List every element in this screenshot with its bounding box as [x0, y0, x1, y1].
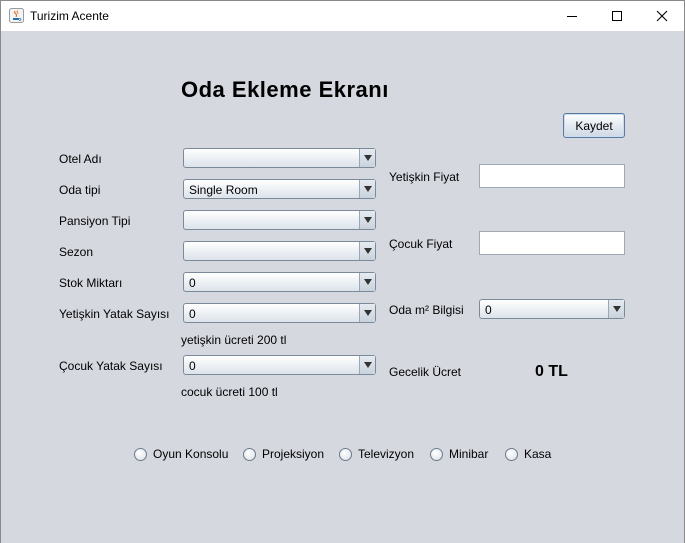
java-app-icon	[9, 8, 24, 23]
cocuk-yatak-value: 0	[189, 359, 196, 373]
oda-tipi-label: Oda tipi	[59, 183, 101, 197]
otel-adi-combo[interactable]	[183, 148, 376, 168]
content-panel: Oda Ekleme Ekranı Kaydet Otel Adı Oda ti…	[1, 31, 684, 543]
oda-m2-value: 0	[485, 303, 492, 317]
radio-kasa[interactable]: Kasa	[505, 447, 551, 461]
cocuk-fiyat-input[interactable]	[479, 231, 625, 255]
radio-button-icon[interactable]	[505, 447, 518, 461]
radio-oyun-konsolu-label: Oyun Konsolu	[153, 447, 229, 461]
radio-button-icon[interactable]	[243, 447, 256, 461]
gecelik-ucret-value: 0 TL	[535, 363, 568, 380]
pansiyon-tipi-combo[interactable]	[183, 210, 376, 230]
close-button[interactable]	[639, 1, 684, 31]
radio-kasa-label: Kasa	[524, 447, 552, 461]
yetiskin-yatak-combo[interactable]: 0	[183, 303, 376, 323]
stok-miktari-value: 0	[189, 276, 196, 290]
gecelik-ucret-label: Gecelik Ücret	[389, 365, 462, 379]
chevron-down-icon[interactable]	[359, 273, 375, 291]
title-bar: Turizim Acente	[1, 1, 684, 31]
chevron-down-icon[interactable]	[359, 180, 375, 198]
maximize-icon	[611, 11, 622, 21]
oda-tipi-combo[interactable]: Single Room	[183, 179, 376, 199]
radio-minibar[interactable]: Minibar	[430, 447, 488, 461]
oda-m2-label: Oda m² Bilgisi	[389, 303, 464, 317]
maximize-button[interactable]	[594, 1, 639, 31]
oda-tipi-value: Single Room	[189, 183, 258, 197]
yetiskin-yatak-value: 0	[189, 307, 196, 321]
otel-adi-label: Otel Adı	[59, 152, 102, 166]
chevron-down-icon[interactable]	[359, 304, 375, 322]
radio-projeksiyon-label: Projeksiyon	[262, 447, 325, 461]
radio-televizyon-label: Televizyon	[358, 447, 415, 461]
minimize-button[interactable]	[549, 1, 594, 31]
minimize-icon	[566, 16, 577, 17]
pansiyon-tipi-label: Pansiyon Tipi	[59, 214, 131, 228]
yetiskin-fiyat-label: Yetişkin Fiyat	[389, 170, 460, 184]
cocuk-yatak-combo[interactable]: 0	[183, 355, 376, 375]
yetiskin-ucret-note: yetişkin ücreti 200 tl	[181, 333, 287, 347]
yetiskin-fiyat-input[interactable]	[479, 164, 625, 188]
chevron-down-icon[interactable]	[359, 211, 375, 229]
close-icon	[656, 10, 667, 22]
window-title: Turizim Acente	[30, 9, 109, 23]
page-title: Oda Ekleme Ekranı	[181, 77, 389, 102]
radio-oyun-konsolu[interactable]: Oyun Konsolu	[134, 447, 228, 461]
radio-projeksiyon[interactable]: Projeksiyon	[243, 447, 324, 461]
radio-button-icon[interactable]	[339, 447, 352, 461]
chevron-down-icon[interactable]	[608, 300, 624, 318]
radio-button-icon[interactable]	[134, 447, 147, 461]
save-button[interactable]: Kaydet	[563, 113, 625, 138]
sezon-label: Sezon	[59, 245, 94, 259]
sezon-combo[interactable]	[183, 241, 376, 261]
cocuk-yatak-label: Çocuk Yatak Sayısı	[59, 359, 163, 373]
stok-miktari-combo[interactable]: 0	[183, 272, 376, 292]
chevron-down-icon[interactable]	[359, 356, 375, 374]
radio-televizyon[interactable]: Televizyon	[339, 447, 414, 461]
oda-m2-combo[interactable]: 0	[479, 299, 625, 319]
chevron-down-icon[interactable]	[359, 149, 375, 167]
stok-miktari-label: Stok Miktarı	[59, 276, 123, 290]
cocuk-fiyat-label: Çocuk Fiyat	[389, 237, 453, 251]
radio-minibar-label: Minibar	[449, 447, 489, 461]
application-window: Turizim Acente Oda Ekleme Ekranı Kaydet …	[0, 0, 685, 543]
cocuk-ucret-note: cocuk ücreti 100 tl	[181, 385, 278, 399]
yetiskin-yatak-label: Yetişkin Yatak Sayısı	[59, 307, 170, 321]
radio-button-icon[interactable]	[430, 447, 443, 461]
chevron-down-icon[interactable]	[359, 242, 375, 260]
